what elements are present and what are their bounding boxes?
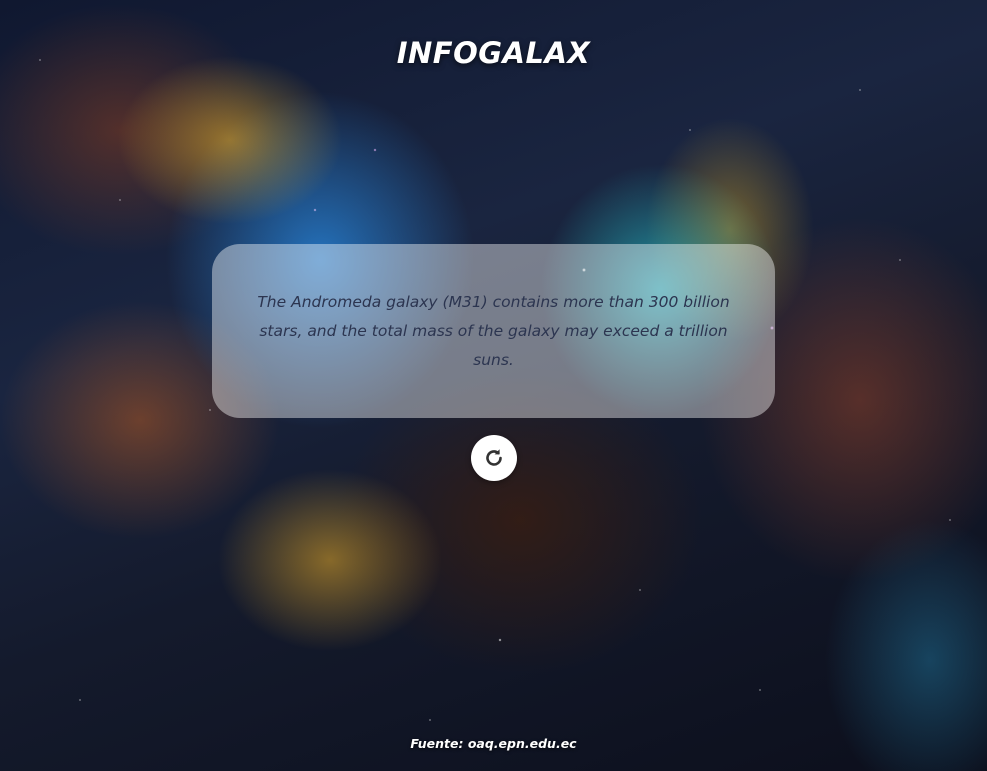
refresh-button[interactable] [471,435,517,481]
fact-text: The Andromeda galaxy (M31) contains more… [257,293,730,369]
source-footer: Fuente: oaq.epn.edu.ec [410,736,577,751]
fact-card: The Andromeda galaxy (M31) contains more… [212,244,775,418]
app-title: INFOGALAX [396,36,591,70]
refresh-icon [486,449,502,466]
